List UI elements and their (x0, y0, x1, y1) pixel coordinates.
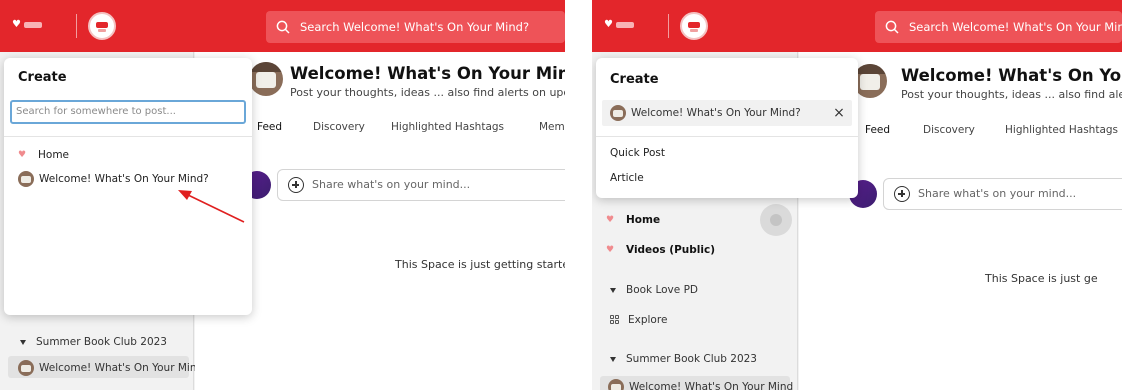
top-bar: ♥ Search Welcome! What's On Your Mind (592, 0, 1122, 52)
popup-title: Create (610, 72, 659, 87)
tab-highlighted-hashtags[interactable]: Highlighted Hashtags (1005, 124, 1118, 136)
close-icon[interactable]: × (832, 106, 846, 120)
annotation-arrow-icon (178, 190, 245, 223)
empty-space-message: This Space is just ge (985, 272, 1098, 285)
brand-wordmark[interactable]: ♥ (604, 19, 634, 31)
sidebar-item-home[interactable]: ♥ Home (606, 214, 660, 226)
tab-discovery[interactable]: Discovery (923, 124, 975, 136)
caret-down-icon (610, 287, 616, 293)
space-avatar-icon (608, 379, 624, 390)
create-popup: Create Welcome! What's On Your Mind? × Q… (596, 58, 858, 198)
right-screenshot-panel: ♥ Search Welcome! What's On Your Mind ♥ … (592, 0, 1122, 390)
heart-icon: ♥ (606, 215, 615, 225)
space-avatar (853, 64, 887, 98)
sidebar-group-summer-book-club[interactable]: Summer Book Club 2023 (610, 353, 757, 365)
popup-divider (596, 136, 858, 137)
search-bar[interactable]: Search Welcome! What's On Your Mind (875, 11, 1122, 43)
search-placeholder: Search Welcome! What's On Your Mind (909, 20, 1122, 34)
sidebar-item-welcome[interactable]: Welcome! What's On Your Mind (608, 379, 793, 390)
caret-down-icon (610, 356, 616, 362)
community-logo[interactable] (680, 12, 708, 40)
heart-icon: ♥ (604, 19, 613, 30)
selected-space-chip: Welcome! What's On Your Mind? × (602, 100, 852, 126)
popup-item-article[interactable]: Article (610, 172, 644, 184)
heart-icon: ♥ (606, 245, 615, 255)
space-title: Welcome! What's On Your M (901, 66, 1122, 85)
grid-icon (610, 315, 620, 325)
left-screenshot-panel: ♥ Search Welcome! What's On Your Mind? S… (0, 0, 565, 390)
tab-bar: Feed Discovery Highlighted Hashtags (865, 124, 1122, 138)
tab-feed[interactable]: Feed (865, 124, 890, 136)
plus-circle-icon (894, 186, 910, 202)
search-icon (885, 20, 899, 34)
sidebar-item-explore[interactable]: Explore (610, 314, 667, 326)
sidebar-item-videos[interactable]: ♥ Videos (Public) (606, 244, 715, 256)
cursor-highlight (760, 204, 792, 236)
popup-item-quick-post[interactable]: Quick Post (610, 147, 665, 159)
share-post-box[interactable]: Share what's on your mind... (883, 178, 1122, 210)
sidebar-group-book-love-pd[interactable]: Book Love PD (610, 284, 698, 296)
space-avatar-icon (610, 105, 626, 121)
top-divider (668, 14, 669, 38)
space-subtitle: Post your thoughts, ideas ... also find … (901, 88, 1122, 101)
